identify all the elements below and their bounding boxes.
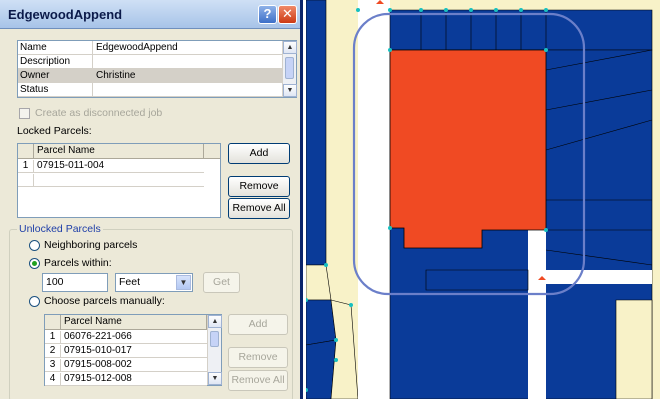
title-bar[interactable]: EdgewoodAppend ? ✕ [0, 0, 300, 29]
property-key: Owner [20, 70, 50, 81]
parcels-within-label: Parcels within: [44, 257, 112, 269]
selected-parcel[interactable] [389, 49, 547, 249]
locked-parcels-label: Locked Parcels: [17, 125, 92, 137]
property-row-description[interactable]: Description [18, 55, 282, 69]
parcel-shape[interactable] [425, 269, 529, 291]
locked-parcels-table[interactable]: Parcel Name 1 07915-011-004 [17, 143, 221, 218]
row-number: 1 [45, 331, 61, 343]
job-properties-grid[interactable]: Name EdgewoodAppend Description Owner Ch… [17, 40, 297, 98]
table-header: Parcel Name [45, 315, 207, 330]
road-shape [546, 270, 652, 284]
table-row[interactable]: 3 07915-008-002 [45, 359, 207, 372]
table-row[interactable]: 4 07915-012-008 [45, 373, 207, 386]
distance-input[interactable]: 100 [42, 273, 108, 292]
chevron-down-icon[interactable]: ▼ [176, 275, 191, 290]
table-header: Parcel Name [18, 144, 220, 159]
row-number: 3 [45, 359, 61, 371]
edgewood-append-dialog: EdgewoodAppend ? ✕ Name EdgewoodAppend D… [0, 0, 303, 399]
parcel-map-canvas[interactable] [306, 0, 660, 399]
unlocked-remove-all-button[interactable]: Remove All [228, 370, 288, 391]
disconnected-job-checkbox[interactable] [19, 108, 30, 119]
row-number-header [45, 315, 61, 330]
scroll-thumb[interactable] [285, 57, 294, 79]
disconnected-job-label: Create as disconnected job [35, 107, 163, 119]
locked-add-button[interactable]: Add [228, 143, 290, 164]
unlocked-remove-button[interactable]: Remove [228, 347, 288, 368]
unlocked-table-scrollbar[interactable]: ▲ ▼ [207, 315, 222, 385]
property-key: Description [20, 56, 71, 67]
locked-remove-button[interactable]: Remove [228, 176, 290, 197]
property-key: Name [20, 42, 47, 53]
parcel-name-cell[interactable]: 07915-008-002 [64, 359, 132, 371]
unlocked-parcels-table[interactable]: Parcel Name 1 06076-221-066 2 07915-010-… [44, 314, 222, 386]
parcel-name-cell[interactable]: 06076-221-066 [64, 331, 132, 343]
road-shape [615, 299, 653, 399]
neighboring-parcels-radio[interactable] [29, 240, 40, 251]
scroll-up-icon[interactable]: ▲ [283, 41, 297, 54]
scroll-down-icon[interactable]: ▼ [208, 372, 222, 385]
parcels-within-radio[interactable] [29, 258, 40, 269]
row-number [18, 174, 34, 186]
neighboring-parcels-label: Neighboring parcels [44, 239, 138, 251]
property-value[interactable]: Christine [96, 70, 135, 81]
parcel-name-cell[interactable]: 07915-011-004 [37, 160, 104, 172]
locked-remove-all-button[interactable]: Remove All [228, 198, 290, 219]
row-number: 4 [45, 373, 61, 385]
scroll-up-icon[interactable]: ▲ [208, 315, 222, 328]
table-row[interactable]: 1 07915-011-004 [18, 160, 204, 173]
table-row[interactable]: 2 07915-010-017 [45, 345, 207, 358]
row-number: 2 [45, 345, 61, 357]
parcel-shape[interactable] [306, 299, 337, 346]
units-value: Feet [119, 276, 141, 288]
road-shape [358, 0, 390, 399]
unlocked-add-button[interactable]: Add [228, 314, 288, 335]
parcel-name-header[interactable]: Parcel Name [61, 315, 207, 330]
get-button[interactable]: Get [203, 272, 240, 293]
window-title: EdgewoodAppend [8, 7, 123, 22]
parcel-name-header[interactable]: Parcel Name [34, 144, 204, 159]
property-key: Status [20, 84, 49, 95]
row-number-header [18, 144, 34, 159]
scroll-down-icon[interactable]: ▼ [283, 84, 297, 97]
road-shape [528, 230, 546, 399]
parcel-name-cell[interactable]: 07915-010-017 [64, 345, 132, 357]
choose-manually-radio[interactable] [29, 296, 40, 307]
property-row-owner[interactable]: Owner Christine [18, 69, 282, 83]
help-button[interactable]: ? [258, 5, 277, 24]
property-value[interactable]: EdgewoodAppend [96, 42, 178, 53]
table-row[interactable]: 1 06076-221-066 [45, 331, 207, 344]
property-row-name[interactable]: Name EdgewoodAppend [18, 41, 282, 55]
close-button[interactable]: ✕ [278, 5, 297, 24]
table-row-empty[interactable] [18, 174, 204, 187]
scroll-thumb[interactable] [210, 331, 219, 347]
units-select[interactable]: Feet ▼ [115, 273, 193, 292]
row-number: 1 [18, 160, 34, 172]
property-row-status[interactable]: Status [18, 83, 282, 97]
parcel-shape[interactable] [306, 0, 327, 266]
choose-manually-label: Choose parcels manually: [44, 295, 165, 307]
parcel-name-cell[interactable]: 07915-012-008 [64, 373, 132, 385]
unlocked-parcels-label: Unlocked Parcels [17, 223, 103, 235]
properties-scrollbar[interactable]: ▲ ▼ [282, 41, 297, 97]
